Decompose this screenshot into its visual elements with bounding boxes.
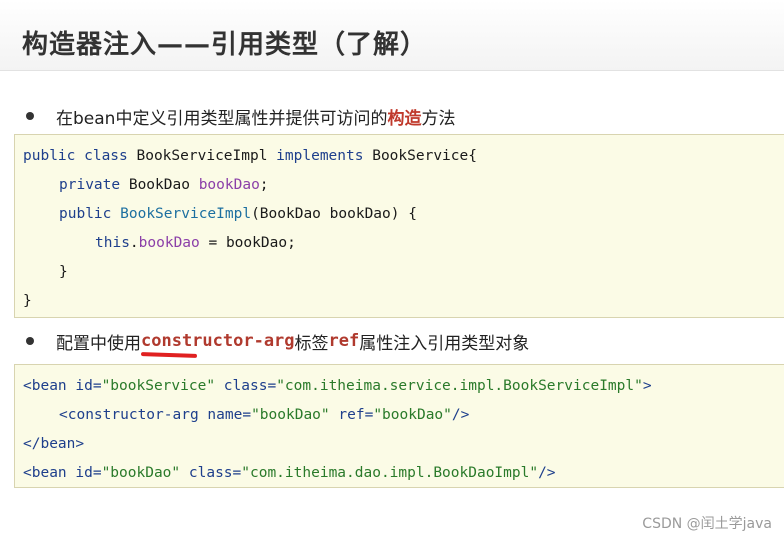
- code-token: public: [59, 206, 112, 222]
- code-token: (BookDao bookDao) {: [251, 206, 417, 222]
- code-token: .: [129, 235, 139, 251]
- bullet-item-2: 配置中使用 constructor-arg 标签 ref 属性注入引用类型对象: [22, 328, 530, 358]
- code-token: "bookDao": [373, 407, 452, 423]
- code-line: <bean id="bookService" class="com.itheim…: [23, 376, 652, 396]
- code-token: BookServiceImpl: [127, 148, 277, 164]
- code-token: />: [451, 407, 470, 423]
- watermark: CSDN @闰土学java: [642, 516, 772, 532]
- title-bar: 构造器注入——引用类型（了解）: [0, 0, 784, 71]
- code-line: }: [23, 293, 32, 309]
- code-token: "bookDao": [251, 407, 330, 423]
- code-token: = bookDao;: [199, 235, 296, 251]
- code-token: >: [642, 378, 652, 394]
- bullet-1-prefix: 在bean中定义引用类型属性并提供可访问的: [56, 108, 388, 129]
- code-token: class=: [180, 465, 242, 481]
- code-token: />: [538, 465, 556, 481]
- code-token: <constructor-arg: [59, 407, 199, 423]
- bullet-dot-icon: [26, 337, 34, 345]
- xml-code-block: <bean id="bookService" class="com.itheim…: [14, 364, 784, 488]
- code-token: "com.itheima.service.impl.BookServiceImp…: [276, 378, 643, 394]
- code-token: ;: [259, 177, 269, 193]
- code-token: BookDao: [120, 177, 199, 193]
- bullet-2-code-ref: ref: [328, 331, 360, 351]
- bullet-2-code-text: constructor-arg: [141, 331, 295, 351]
- code-line: <bean id="bookDao" class="com.itheima.da…: [23, 463, 556, 483]
- code-token: <bean: [23, 465, 67, 481]
- bullet-2-suffix: 属性注入引用类型对象: [359, 333, 530, 354]
- bullet-1-suffix: 方法: [421, 108, 456, 129]
- java-code-block: public class BookServiceImpl implements …: [14, 134, 784, 318]
- code-line: <constructor-arg name="bookDao" ref="boo…: [59, 405, 469, 425]
- code-token: private: [59, 177, 121, 193]
- code-token: bookDao: [198, 177, 260, 193]
- code-token: name=: [198, 407, 252, 423]
- code-line: public class BookServiceImpl implements …: [23, 146, 477, 166]
- code-line: private BookDao bookDao;: [59, 175, 269, 195]
- code-token: implements: [276, 148, 364, 164]
- code-line: this.bookDao = bookDao;: [95, 233, 296, 253]
- code-line: </bean>: [23, 436, 85, 452]
- bullet-2-prefix: 配置中使用: [56, 333, 141, 354]
- code-token: this: [95, 235, 130, 251]
- code-token: id=: [66, 378, 102, 394]
- bullet-dot-icon: [26, 112, 34, 120]
- code-line: public BookServiceImpl(BookDao bookDao) …: [59, 204, 417, 224]
- slide-title: 构造器注入——引用类型（了解）: [22, 30, 428, 60]
- code-token: BookService{: [363, 148, 477, 164]
- code-token: BookServiceImpl: [120, 206, 252, 222]
- code-token: bookDao: [138, 235, 200, 251]
- code-token: class=: [215, 378, 277, 394]
- code-token: "bookDao": [101, 465, 181, 481]
- bullet-item-1: 在bean中定义引用类型属性并提供可访问的 构造 方法: [22, 103, 455, 129]
- code-token: id=: [66, 465, 102, 481]
- code-token: <bean: [23, 378, 67, 394]
- code-token: ref=: [329, 407, 374, 423]
- code-token: "bookService": [101, 378, 216, 394]
- code-line: }: [59, 264, 68, 280]
- code-token: "com.itheima.dao.impl.BookDaoImpl": [241, 465, 539, 481]
- code-token: public class: [23, 148, 128, 164]
- red-underline-mark: [140, 352, 198, 358]
- bullet-2-code-constructor-arg: constructor-arg: [140, 331, 295, 358]
- bullet-1-highlight: 构造: [387, 108, 422, 129]
- bullet-2-middle: 标签: [294, 333, 329, 354]
